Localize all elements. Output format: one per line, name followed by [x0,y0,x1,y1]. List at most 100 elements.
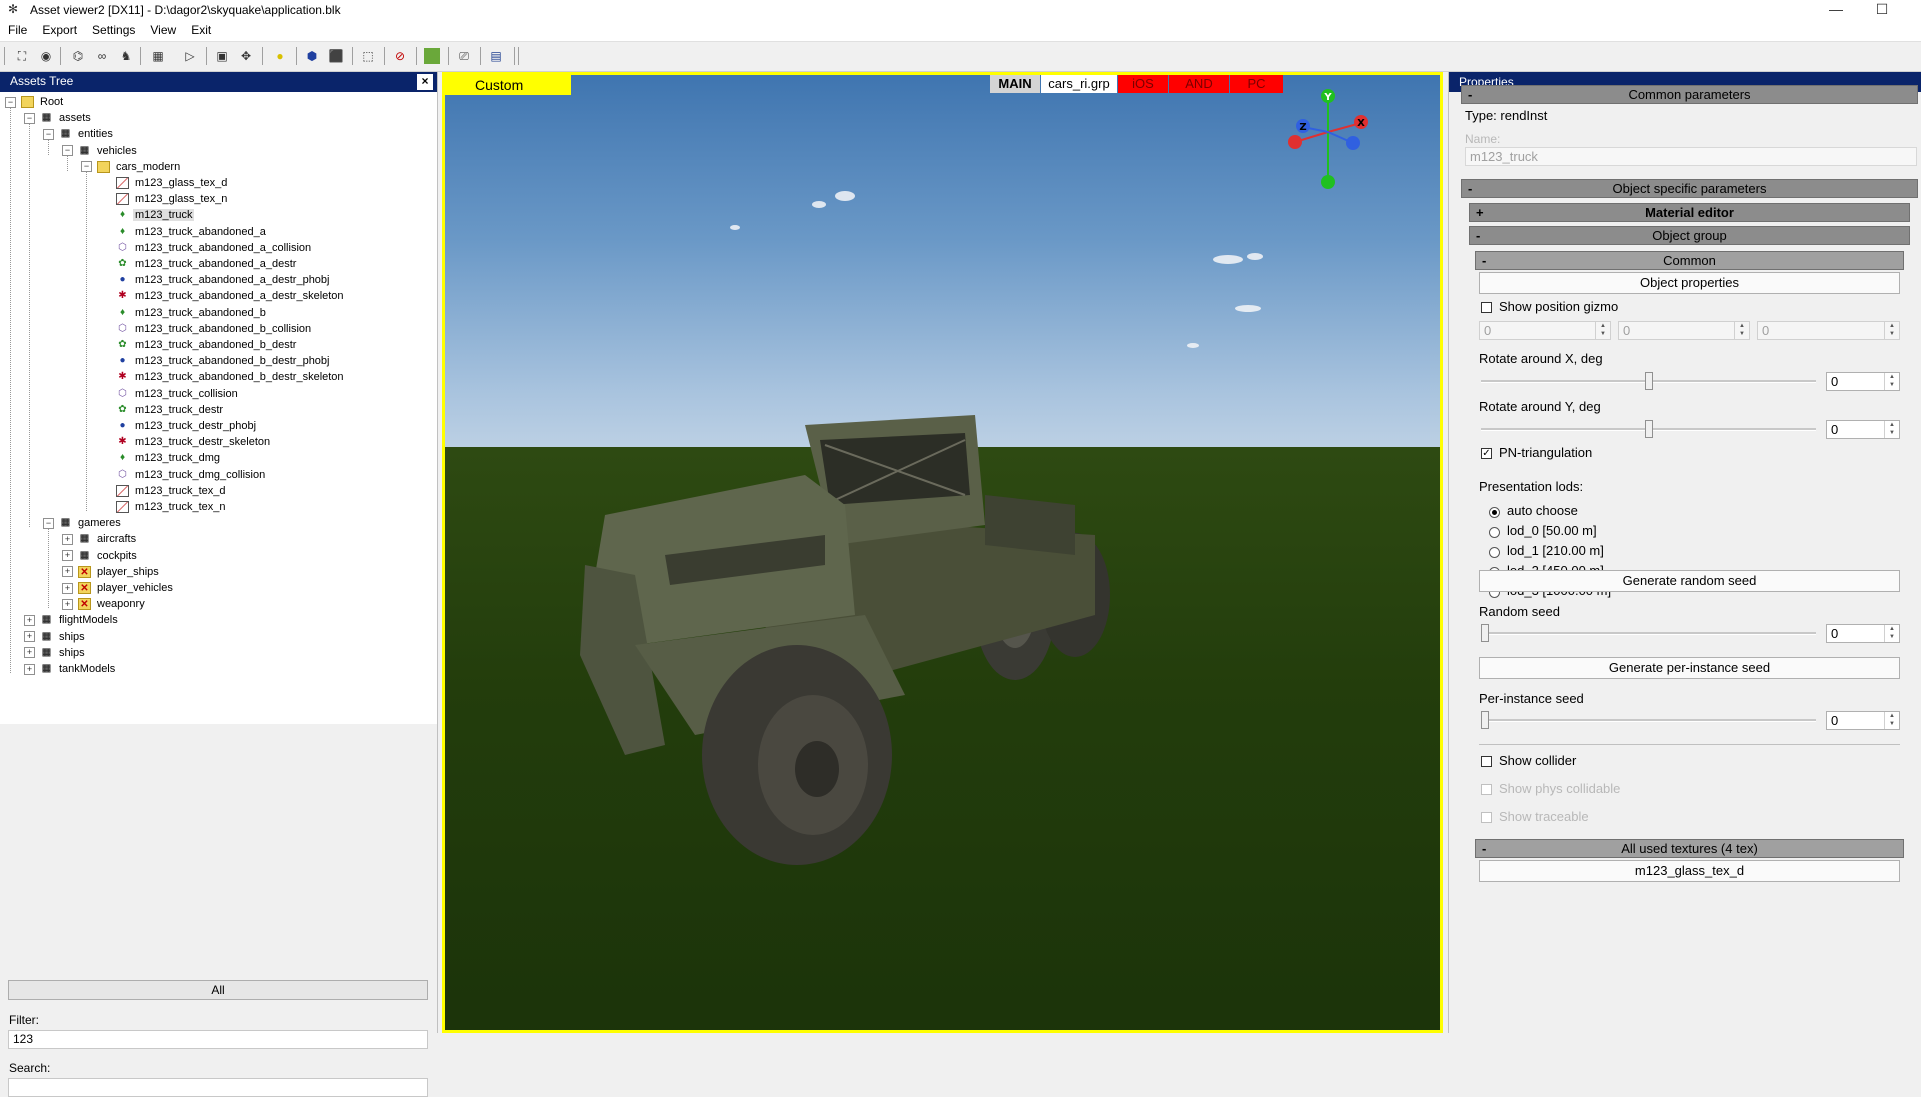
tree-node[interactable]: − cars_modern [81,159,182,175]
expand-icon[interactable]: + [24,663,35,675]
show-position-gizmo-checkbox[interactable] [1481,302,1492,313]
expand-icon[interactable]: + [24,631,35,643]
3d-viewport[interactable]: Custom MAIN cars_ri.grp iOS AND PC Y X Z [442,72,1443,1033]
axis-gizmo[interactable]: Y X Z [1283,87,1373,197]
object-specific-header[interactable]: - Object specific parameters [1461,179,1918,198]
menu-view[interactable]: View [142,20,183,41]
spin-arrows-icon[interactable]: ▲ ▼ [1884,373,1899,390]
palette-icon[interactable]: ▤ [488,48,504,64]
search-input[interactable] [8,1078,428,1097]
no-collision-icon[interactable]: ⊘ [392,48,408,64]
tree-node[interactable]: ✱ m123_truck_destr_skeleton [100,434,272,450]
all-button[interactable]: All [8,980,428,1000]
expand-icon[interactable]: + [62,550,73,562]
cube-icon[interactable]: ⬢ [304,48,320,64]
expand-icon[interactable]: + [62,566,73,578]
viewport-tab[interactable]: AND [1169,75,1229,93]
tree-node[interactable]: m123_glass_tex_n [100,191,229,207]
solid-cube-icon[interactable]: ⬛ [328,48,344,64]
tree-node[interactable]: ● m123_truck_abandoned_a_destr_phobj [100,272,332,288]
tree-node[interactable]: + ✕ weaponry [62,596,147,612]
viewport-tab[interactable]: MAIN [990,75,1040,93]
camera-icon[interactable]: ▣ [214,48,230,64]
rotate-x-slider[interactable] [1644,372,1653,390]
expand-icon[interactable]: + [24,614,35,626]
collapse-icon[interactable]: − [43,517,54,529]
tree-node[interactable]: − ▦ vehicles [62,143,139,159]
tree-node[interactable]: ♦ m123_truck_abandoned_a [100,224,268,240]
spin-arrows-icon[interactable]: ▲ ▼ [1884,712,1899,729]
tree-node[interactable]: + ▦ tankModels [24,661,117,677]
tree-node[interactable]: ⬡ m123_truck_abandoned_b_collision [100,321,313,337]
tree-node[interactable]: − ▦ entities [43,126,115,142]
screenshot-icon[interactable]: ⎚ [456,48,472,64]
tree-node[interactable]: + ▦ cockpits [62,548,139,564]
tree-node[interactable]: ● m123_truck_abandoned_b_destr_phobj [100,353,332,369]
bone-icon[interactable]: ♞ [118,48,134,64]
viewport-tab[interactable]: PC [1230,75,1283,93]
tree-node[interactable]: + ✕ player_ships [62,564,161,580]
pn-triangulation-checkbox[interactable]: ✓ [1481,448,1492,459]
maximize-button[interactable]: ☐ [1862,0,1902,20]
tree-node[interactable]: ♦ m123_truck_abandoned_b [100,305,268,321]
close-icon[interactable]: × [417,74,433,90]
wireframe-icon[interactable]: ⌬ [70,48,86,64]
lod-radio[interactable] [1489,547,1500,558]
light-icon[interactable]: ● [272,48,288,64]
collapse-icon[interactable]: − [62,145,73,157]
navigate-icon[interactable]: ✥ [238,48,254,64]
viewport-tab[interactable]: iOS [1118,75,1168,93]
viewport-tab[interactable]: cars_ri.grp [1041,75,1117,93]
common-parameters-header[interactable]: - Common parameters [1461,85,1918,104]
grid-icon[interactable]: ▦ [150,48,166,64]
rotate-y-slider[interactable] [1644,420,1653,438]
object-group-header[interactable]: - Object group [1469,226,1910,245]
generate-per-instance-seed-button[interactable]: Generate per-instance seed [1479,657,1900,679]
material-editor-header[interactable]: + Material editor [1469,203,1910,222]
random-seed-slider[interactable] [1481,624,1489,642]
texture-icon[interactable] [424,48,440,64]
tree-node[interactable]: ⬡ m123_truck_dmg_collision [100,467,267,483]
collapse-icon[interactable]: − [43,128,54,140]
generate-random-seed-button[interactable]: Generate random seed [1479,570,1900,592]
collapse-icon[interactable]: − [5,96,16,108]
object-properties-button[interactable]: Object properties [1479,272,1900,294]
lod-radio[interactable] [1489,507,1500,518]
show-collider-checkbox[interactable] [1481,756,1492,767]
collapse-icon[interactable]: − [81,161,92,173]
tree-node[interactable]: m123_truck_tex_d [100,483,228,499]
per-instance-seed-field[interactable]: 0 ▲ ▼ [1826,711,1900,730]
menu-file[interactable]: File [0,20,34,41]
texture-button[interactable]: m123_glass_tex_d [1479,860,1900,882]
tree-node[interactable]: m123_glass_tex_d [100,175,229,191]
eye-icon[interactable]: ◉ [38,48,54,64]
tree-node[interactable]: ✱ m123_truck_abandoned_a_destr_skeleton [100,288,346,304]
per-instance-seed-slider[interactable] [1481,711,1489,729]
common-header[interactable]: - Common [1475,251,1904,270]
menu-settings[interactable]: Settings [84,20,142,41]
tree-node[interactable]: ✿ m123_truck_abandoned_a_destr [100,256,298,272]
links-icon[interactable]: ∞ [94,48,110,64]
tree-node[interactable]: − ▦ gameres [43,515,123,531]
rotate-x-field[interactable]: 0 ▲ ▼ [1826,372,1900,391]
spin-arrows-icon[interactable]: ▲ ▼ [1884,421,1899,438]
tree-node[interactable]: + ✕ player_vehicles [62,580,175,596]
tree-node[interactable]: + ▦ ships [24,629,87,645]
spin-arrows-icon[interactable]: ▲ ▼ [1884,625,1899,642]
tree-node[interactable]: m123_truck_tex_n [100,499,228,515]
tree-node[interactable]: ● m123_truck_destr_phobj [100,418,258,434]
tree-node[interactable]: ♦ m123_truck_dmg [100,450,222,466]
tree-node[interactable]: ♦ m123_truck [100,207,195,223]
expand-icon[interactable]: + [62,533,73,545]
lod-radio[interactable] [1489,527,1500,538]
tree-node[interactable]: + ▦ flightModels [24,612,120,628]
minimize-button[interactable]: — [1816,0,1856,20]
frame-icon[interactable]: ⬚ [360,48,376,64]
zoom-extents-icon[interactable]: ⛶ [14,48,30,64]
all-used-textures-header[interactable]: - All used textures (4 tex) [1475,839,1904,858]
expand-icon[interactable]: + [62,582,73,594]
tree-node[interactable]: ✱ m123_truck_abandoned_b_destr_skeleton [100,369,346,385]
random-seed-field[interactable]: 0 ▲ ▼ [1826,624,1900,643]
tree-node[interactable]: ⬡ m123_truck_collision [100,386,240,402]
tree-node[interactable]: − Root [5,94,65,110]
